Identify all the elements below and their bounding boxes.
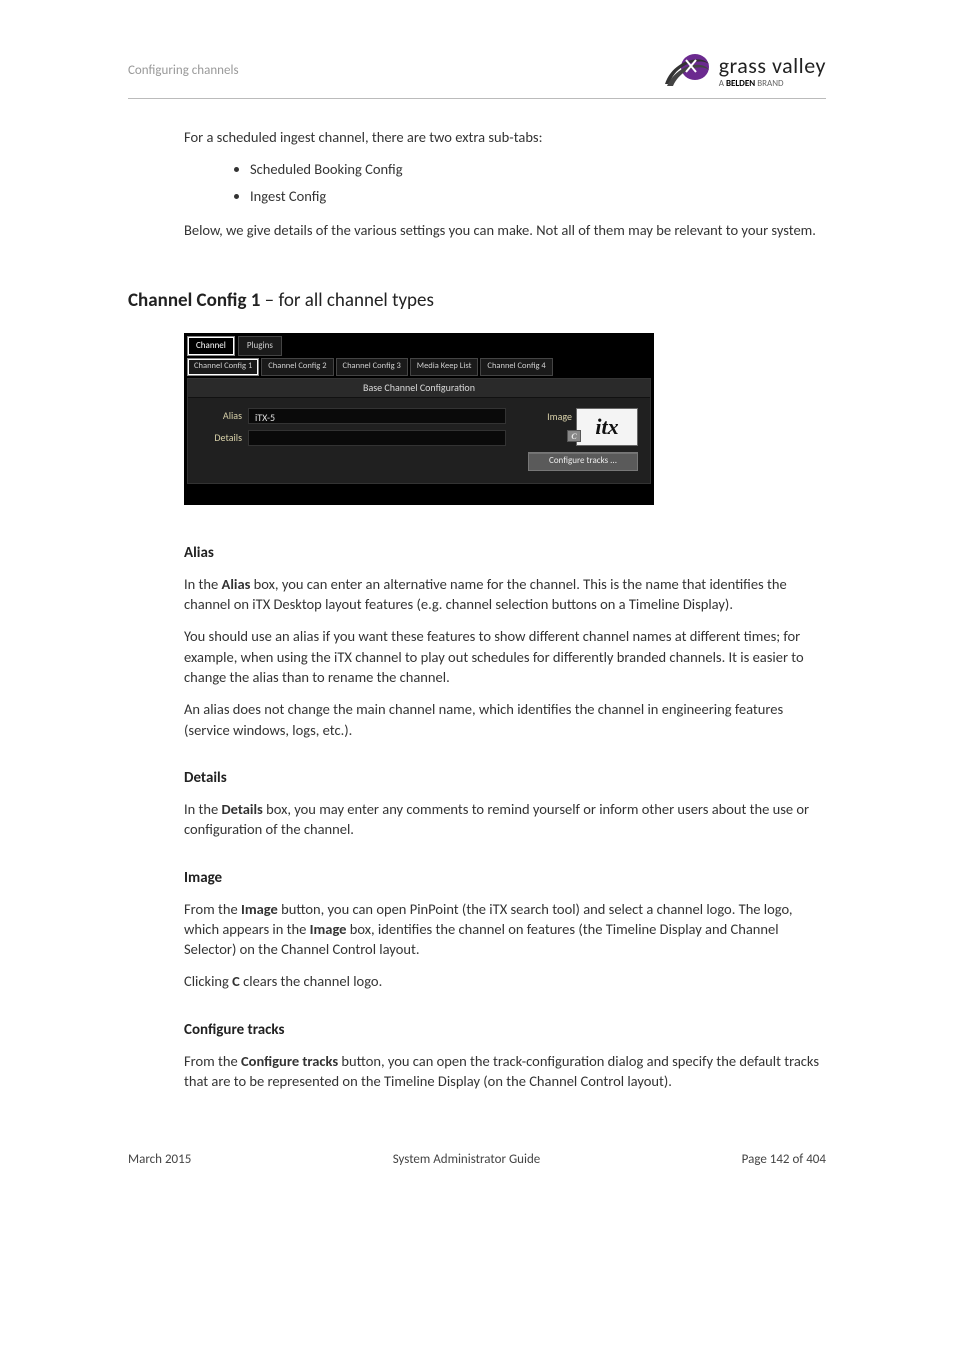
grass-valley-logo-icon [663, 50, 711, 92]
subtab-channel-config-3[interactable]: Channel Config 3 [336, 358, 408, 376]
channel-logo-preview: itx [595, 412, 618, 443]
logo-brand-text: grass valley [719, 55, 826, 77]
configure-tracks-button[interactable]: Configure tracks ... [528, 452, 638, 471]
image-para-1: From the Image button, you can open PinP… [184, 899, 826, 960]
subtab-channel-config-4[interactable]: Channel Config 4 [480, 358, 552, 376]
list-item: Ingest Config [250, 186, 826, 206]
alias-label: Alias [200, 409, 248, 423]
configure-tracks-para-1: From the Configure tracks button, you ca… [184, 1051, 826, 1092]
tab-channel[interactable]: Channel [187, 336, 235, 357]
alias-para-1: In the Alias box, you can enter an alter… [184, 574, 826, 615]
image-heading: Image [184, 868, 826, 889]
footer-title: System Administrator Guide [393, 1151, 541, 1169]
alias-heading: Alias [184, 543, 826, 564]
panel-title: Base Channel Configuration [188, 379, 650, 398]
panel-footer-strip [187, 484, 651, 502]
details-input[interactable] [248, 430, 506, 446]
image-button[interactable]: itx C [576, 408, 638, 446]
alias-para-3: An alias does not change the main channe… [184, 699, 826, 740]
alias-para-2: You should use an alias if you want thes… [184, 626, 826, 687]
intro-line-1: For a scheduled ingest channel, there ar… [184, 127, 826, 147]
embedded-ui-screenshot: Channel Plugins Channel Config 1 Channel… [184, 333, 654, 505]
image-para-2: Clicking C clears the channel logo. [184, 971, 826, 991]
clear-image-button[interactable]: C [567, 430, 581, 442]
page-footer: March 2015 System Administrator Guide Pa… [128, 1151, 826, 1169]
brand-logo: grass valley A BELDEN BRAND [663, 50, 826, 92]
subtab-channel-config-2[interactable]: Channel Config 2 [261, 358, 333, 376]
image-label: Image [547, 408, 572, 424]
tab-plugins[interactable]: Plugins [238, 336, 282, 357]
section-heading: Channel Config 1 – for all channel types [128, 288, 826, 315]
logo-tagline: A BELDEN BRAND [719, 79, 826, 88]
configure-tracks-heading: Configure tracks [184, 1020, 826, 1041]
details-para-1: In the Details box, you may enter any co… [184, 799, 826, 840]
intro-line-2: Below, we give details of the various se… [184, 220, 826, 240]
intro-bullets: Scheduled Booking Config Ingest Config [250, 159, 826, 206]
breadcrumb: Configuring channels [128, 50, 239, 80]
list-item: Scheduled Booking Config [250, 159, 826, 179]
subtab-media-keep-list[interactable]: Media Keep List [410, 358, 479, 376]
footer-date: March 2015 [128, 1151, 191, 1169]
footer-page: Page 142 of 404 [742, 1151, 826, 1169]
base-channel-config-panel: Base Channel Configuration Alias iTX-5 D… [187, 378, 651, 484]
sub-tab-row: Channel Config 1 Channel Config 2 Channe… [187, 358, 651, 376]
page-header: Configuring channels grass valley A BELD… [128, 50, 826, 99]
subtab-channel-config-1[interactable]: Channel Config 1 [187, 358, 259, 376]
details-heading: Details [184, 768, 826, 789]
details-label: Details [200, 431, 248, 445]
top-tab-row: Channel Plugins [187, 336, 651, 357]
alias-input[interactable]: iTX-5 [248, 408, 506, 424]
